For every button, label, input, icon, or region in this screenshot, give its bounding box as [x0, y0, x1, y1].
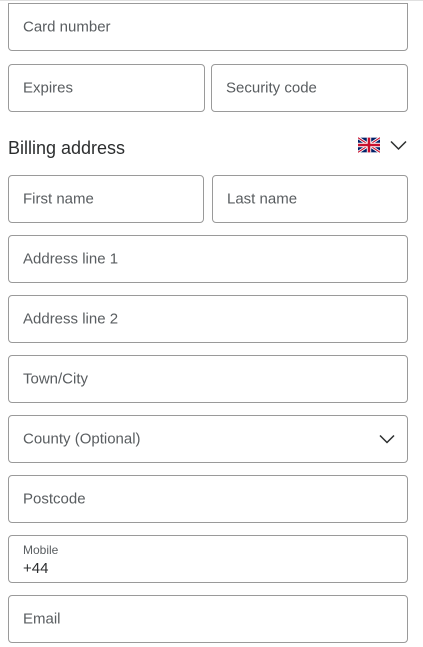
postcode-field[interactable]: Postcode: [8, 475, 408, 523]
billing-address-title: Billing address: [8, 138, 126, 158]
expires-field[interactable]: Expires: [8, 64, 205, 112]
address-line-1-placeholder: Address line 1: [23, 250, 119, 268]
last-name-placeholder: Last name: [227, 190, 298, 208]
county-placeholder: County (Optional): [23, 430, 141, 448]
address-line-2-placeholder: Address line 2: [23, 310, 119, 328]
town-city-placeholder: Town/City: [23, 370, 89, 388]
security-code-field[interactable]: Security code: [211, 64, 408, 112]
uk-flag-icon: [358, 137, 380, 153]
first-name-placeholder: First name: [23, 190, 94, 208]
county-select[interactable]: County (Optional): [8, 415, 408, 463]
postcode-placeholder: Postcode: [23, 490, 86, 508]
chevron-down-icon: [390, 140, 407, 150]
chevron-down-icon: [379, 434, 395, 444]
mobile-label: Mobile: [23, 543, 59, 557]
address-line-2-field[interactable]: Address line 2: [8, 295, 408, 343]
payment-form: Card number Expires Security code Billin…: [0, 0, 423, 647]
card-number-field[interactable]: Card number: [8, 3, 408, 51]
last-name-field[interactable]: Last name: [212, 175, 408, 223]
town-city-field[interactable]: Town/City: [8, 355, 408, 403]
card-number-placeholder: Card number: [23, 18, 111, 36]
email-field[interactable]: Email: [8, 595, 408, 643]
first-name-field[interactable]: First name: [8, 175, 204, 223]
security-code-placeholder: Security code: [226, 79, 317, 97]
address-line-1-field[interactable]: Address line 1: [8, 235, 408, 283]
country-selector[interactable]: [358, 137, 407, 153]
mobile-country-code: +44: [23, 560, 49, 577]
expires-placeholder: Expires: [23, 79, 74, 97]
email-placeholder: Email: [23, 610, 61, 628]
mobile-field[interactable]: Mobile +44: [8, 535, 408, 583]
